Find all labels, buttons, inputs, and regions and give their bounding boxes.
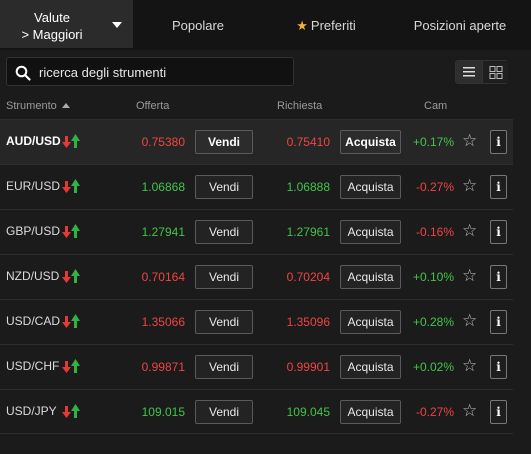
ask-price: 1.35096 [286,315,330,329]
trend-arrows-icon [62,269,80,283]
favorite-star-icon[interactable]: ☆ [462,266,477,286]
favorite-star-icon[interactable]: ☆ [462,356,477,376]
info-button[interactable]: i [490,175,507,199]
ask-price: 1.27961 [286,225,330,239]
bid-price: 0.70164 [141,270,185,284]
trend-arrows-icon [62,359,80,373]
view-toggle [455,60,508,84]
list-view-icon [463,67,475,77]
search-input[interactable] [39,62,279,82]
sell-button[interactable]: Vendi [195,130,253,154]
instrument-row[interactable]: AUD/USD 0.75380 Vendi 0.75410 Acquista +… [0,119,513,164]
column-header-instrument-label: Strumento [6,100,57,112]
instrument-symbol: GBP/USD [6,224,61,238]
buy-button[interactable]: Acquista [340,310,401,334]
info-button[interactable]: i [490,265,507,289]
change-percent: -0.16% [415,225,454,239]
info-button[interactable]: i [490,130,507,154]
column-header-ask: Richiesta [277,100,323,112]
instrument-row[interactable]: EUR/USD 1.06868 Vendi 1.06888 Acquista -… [0,164,513,209]
trend-arrows-icon [62,404,80,418]
instrument-row[interactable]: NZD/USD 0.70164 Vendi 0.70204 Acquista +… [0,254,513,299]
star-icon: ★ [296,18,308,33]
sort-ascending-icon [61,103,70,108]
ask-price: 1.06888 [286,180,330,194]
bid-price: 1.27941 [141,225,185,239]
column-header-bid: Offerta [136,100,170,112]
caret-down-icon [112,22,122,28]
scrollbar[interactable] [516,119,524,454]
grid-view-button[interactable] [482,61,508,83]
bid-price: 0.99871 [141,360,185,374]
buy-button[interactable]: Acquista [340,400,401,424]
subcategory-label: > Maggiori [21,27,83,42]
column-header-change: Cam [424,100,448,112]
tab-favorites-label: Preferiti [310,18,356,33]
instrument-list: AUD/USD 0.75380 Vendi 0.75410 Acquista +… [0,119,513,434]
ask-price: 0.75410 [286,135,330,149]
trend-arrows-icon [62,314,80,328]
info-button[interactable]: i [490,310,507,334]
change-percent: +0.28% [412,315,454,329]
instrument-symbol: USD/CAD [6,314,61,328]
category-selector[interactable]: Valute > Maggiori [0,0,133,48]
change-percent: +0.17% [412,135,454,149]
ask-price: 109.045 [286,405,330,419]
search-box [6,57,294,86]
bid-price: 109.015 [141,405,185,419]
bid-price: 1.35066 [141,315,185,329]
instrument-row[interactable]: GBP/USD 1.27941 Vendi 1.27961 Acquista -… [0,209,513,254]
search-icon [15,65,31,81]
sell-button[interactable]: Vendi [195,310,253,334]
bid-price: 1.06868 [141,180,185,194]
trend-arrows-icon [62,179,80,193]
sell-button[interactable]: Vendi [195,220,253,244]
instrument-row[interactable]: USD/JPY 109.015 Vendi 109.045 Acquista -… [0,389,513,434]
info-button[interactable]: i [490,355,507,379]
grid-view-icon [489,66,503,79]
change-percent: -0.27% [415,405,454,419]
list-view-button[interactable] [456,61,482,83]
buy-button[interactable]: Acquista [340,175,401,199]
instrument-symbol: USD/CHF [6,359,60,373]
tab-open-positions-label: Posizioni aperte [413,18,507,33]
change-percent: +0.10% [412,270,454,284]
favorite-star-icon[interactable]: ☆ [462,176,477,196]
favorite-star-icon[interactable]: ☆ [462,401,477,421]
tab-favorites[interactable]: ★ Preferiti [263,0,389,48]
sell-button[interactable]: Vendi [195,400,253,424]
change-percent: -0.27% [415,180,454,194]
tab-popular-label: Popolare [171,18,225,33]
info-button[interactable]: i [490,220,507,244]
tab-popular[interactable]: Popolare [133,0,263,48]
favorite-star-icon[interactable]: ☆ [462,131,477,151]
info-button[interactable]: i [490,400,507,424]
instrument-symbol: AUD/USD [6,134,61,148]
ask-price: 0.70204 [286,270,330,284]
buy-button[interactable]: Acquista [340,130,401,154]
instrument-symbol: USD/JPY [6,404,57,418]
instrument-symbol: NZD/USD [6,269,60,283]
buy-button[interactable]: Acquista [340,355,401,379]
sell-button[interactable]: Vendi [195,265,253,289]
tab-open-positions[interactable]: Posizioni aperte [389,0,531,48]
instrument-symbol: EUR/USD [6,179,61,193]
sell-button[interactable]: Vendi [195,355,253,379]
instrument-row[interactable]: USD/CHF 0.99871 Vendi 0.99901 Acquista +… [0,344,513,389]
favorite-star-icon[interactable]: ☆ [462,311,477,331]
favorite-star-icon[interactable]: ☆ [462,221,477,241]
ask-price: 0.99901 [286,360,330,374]
category-label: Valute [34,10,70,25]
bid-price: 0.75380 [141,135,185,149]
instrument-row[interactable]: USD/CAD 1.35066 Vendi 1.35096 Acquista +… [0,299,513,344]
trend-arrows-icon [62,134,80,148]
column-header-instrument[interactable]: Strumento [6,100,70,112]
buy-button[interactable]: Acquista [340,220,401,244]
buy-button[interactable]: Acquista [340,265,401,289]
sell-button[interactable]: Vendi [195,175,253,199]
change-percent: +0.02% [412,360,454,374]
tab-bar: Valute > Maggiori Popolare ★ Preferiti Po… [0,0,531,50]
trend-arrows-icon [62,224,80,238]
